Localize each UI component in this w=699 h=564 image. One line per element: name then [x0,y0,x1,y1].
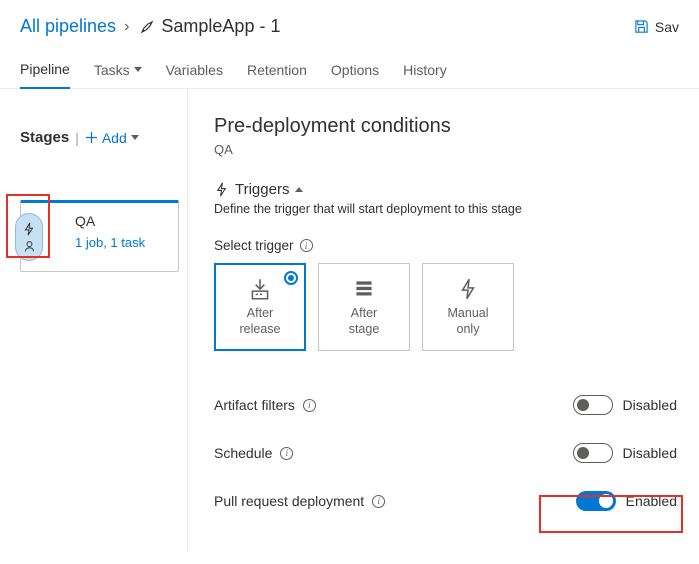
artifact-filters-row: Artifact filters i Disabled [214,381,677,429]
chevron-up-icon [295,187,303,192]
trigger-icon [22,222,36,236]
chevron-down-icon [131,135,139,140]
tab-tasks[interactable]: Tasks [94,53,142,88]
artifact-filters-toggle[interactable] [573,395,613,415]
pull-request-row: Pull request deployment i Enabled [214,477,677,525]
panel-stage-name: QA [214,142,677,157]
tab-retention[interactable]: Retention [247,53,307,88]
stage-card-qa[interactable]: QA 1 job, 1 task [20,200,179,272]
page-title: SampleApp - 1 [137,16,280,37]
stages-label: Stages [20,129,69,146]
select-trigger-label: Select trigger i [214,238,677,253]
info-icon[interactable]: i [372,495,385,508]
trigger-icon [214,182,229,197]
save-label: Sav [655,19,679,35]
info-icon[interactable]: i [280,447,293,460]
tab-pipeline[interactable]: Pipeline [20,53,70,89]
stage-stack-icon [351,276,377,302]
toggle-state-label: Disabled [623,445,677,461]
save-button[interactable]: Sav [634,19,679,35]
content: Stages | Add QA 1 job, 1 task Pre-deploy… [0,89,699,553]
triggers-description: Define the trigger that will start deplo… [214,202,677,216]
info-icon[interactable]: i [300,239,313,252]
chevron-right-icon: › [124,18,129,36]
artifact-filters-label: Artifact filters i [214,397,316,413]
stage-card-wrap: QA 1 job, 1 task [20,190,179,282]
stages-header: Stages | Add [20,129,179,146]
radio-selected-icon [284,271,298,285]
schedule-toggle[interactable] [573,443,613,463]
stages-pane: Stages | Add QA 1 job, 1 task [0,89,188,553]
chevron-down-icon [134,67,142,72]
schedule-row: Schedule i Disabled [214,429,677,477]
stage-name: QA [75,213,168,229]
toggle-state-label: Disabled [623,397,677,413]
rocket-icon [139,19,155,35]
pull-request-toggle[interactable] [576,491,616,511]
trigger-option-manual-only[interactable]: Manual only [422,263,514,351]
toggle-state-label: Enabled [626,493,677,509]
trigger-cards: After release After stage Manual only [214,263,677,351]
download-package-icon [247,276,273,302]
schedule-label: Schedule i [214,445,293,461]
conditions-panel: Pre-deployment conditions QA Triggers De… [188,89,699,553]
plus-icon [85,131,98,144]
trigger-option-after-release[interactable]: After release [214,263,306,351]
user-icon [23,240,36,253]
add-stage-button[interactable]: Add [85,130,139,146]
pull-request-label: Pull request deployment i [214,493,385,509]
page-title-text: SampleApp - 1 [161,16,280,37]
trigger-option-after-stage[interactable]: After stage [318,263,410,351]
tab-variables[interactable]: Variables [166,53,223,88]
tabbar: Pipeline Tasks Variables Retention Optio… [0,45,699,89]
tab-options[interactable]: Options [331,53,379,88]
breadcrumb: All pipelines › SampleApp - 1 Sav [0,0,699,45]
predeploy-conditions-button[interactable] [15,213,43,261]
manual-bolt-icon [455,276,481,302]
breadcrumb-root-link[interactable]: All pipelines [20,16,116,37]
tab-history[interactable]: History [403,53,447,88]
info-icon[interactable]: i [303,399,316,412]
stage-jobs-link[interactable]: 1 job, 1 task [75,235,168,250]
panel-title: Pre-deployment conditions [214,115,677,138]
save-icon [634,19,649,34]
triggers-section-header[interactable]: Triggers [214,181,677,198]
